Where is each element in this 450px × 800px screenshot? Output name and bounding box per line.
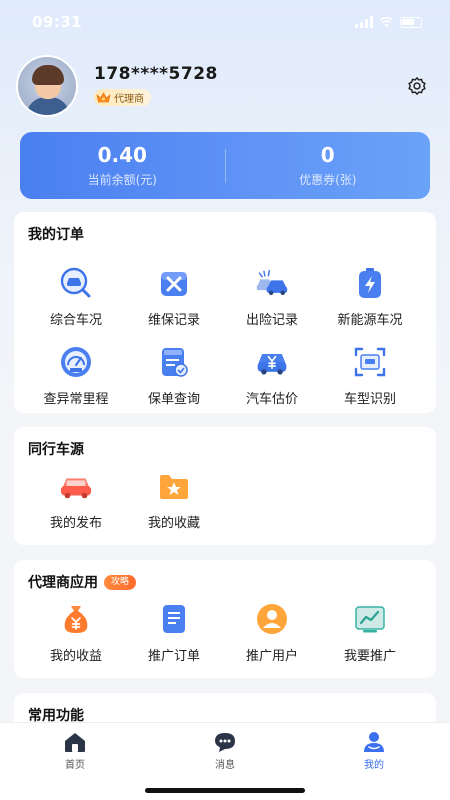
status-icons [355, 16, 422, 28]
order-item-maintenance[interactable]: 维保记录 [125, 266, 223, 328]
agent-item-earnings[interactable]: 我的收益 [27, 602, 125, 664]
vin-scan-icon [353, 345, 387, 379]
agent-apps-card: 代理商应用 攻略 我的收益 推广订单 推广用户 我要推广 [14, 560, 436, 678]
star-folder-icon [157, 469, 191, 503]
coupon-column[interactable]: 0 优惠券(张) [226, 143, 431, 188]
policy-icon [157, 345, 191, 379]
order-item-valuation[interactable]: 汽车估价 [223, 345, 321, 407]
order-item-label: 新能源车况 [337, 313, 403, 328]
status-bar: 09:31 [0, 0, 450, 44]
phone-number: 178****5728 [94, 64, 218, 84]
profile-header: 178****5728 代理商 [16, 55, 434, 117]
order-item-accident[interactable]: 出险记录 [223, 266, 321, 328]
accident-icon [255, 266, 289, 300]
home-indicator [145, 788, 305, 793]
money-bag-icon [59, 602, 93, 636]
balance-card: 0.40 当前余额(元) 0 优惠券(张) [20, 132, 430, 199]
gear-icon [408, 77, 426, 95]
agent-item-promote[interactable]: 我要推广 [321, 602, 419, 664]
settings-button[interactable] [404, 73, 430, 99]
peer-item-my-favorites[interactable]: 我的收藏 [125, 469, 223, 531]
nav-label: 首页 [65, 760, 85, 771]
guide-tag[interactable]: 攻略 [104, 574, 137, 590]
home-icon [65, 733, 85, 752]
agent-item-label: 我要推广 [343, 649, 396, 664]
agent-apps-title-text: 代理商应用 [28, 575, 98, 591]
maintenance-icon [157, 266, 191, 300]
message-icon [215, 733, 235, 752]
balance-value: 0.40 [97, 143, 147, 167]
order-item-car-condition[interactable]: 综合车况 [27, 266, 125, 328]
nav-profile[interactable]: 我的 [334, 731, 414, 771]
peer-item-label: 我的发布 [49, 516, 102, 531]
orders-title: 我的订单 [28, 227, 84, 243]
agent-item-label: 推广用户 [245, 649, 298, 664]
nav-home[interactable]: 首页 [35, 731, 115, 771]
orders-row-2: 查异常里程 保单查询 汽车估价 车型识别 [27, 345, 449, 407]
peer-item-my-publish[interactable]: 我的发布 [27, 469, 125, 531]
agent-item-promo-users[interactable]: 推广用户 [223, 602, 321, 664]
order-item-policy[interactable]: 保单查询 [125, 345, 223, 407]
car-inspect-icon [59, 266, 93, 300]
speedometer-icon [59, 345, 93, 379]
order-item-label: 维保记录 [147, 313, 200, 328]
orders-card: 我的订单 综合车况 维保记录 出险记录 新能源车况 查异常里程 保单查询 汽车估… [14, 212, 436, 413]
agent-apps-title: 代理商应用 攻略 [28, 572, 137, 592]
nav-label: 我的 [364, 760, 384, 771]
wifi-icon [379, 16, 394, 27]
agent-item-promo-orders[interactable]: 推广订单 [125, 602, 223, 664]
peer-cars-title: 同行车源 [28, 442, 84, 458]
profile-icon [364, 732, 384, 752]
battery-icon [400, 16, 422, 28]
orders-row-1: 综合车况 维保记录 出险记录 新能源车况 [27, 266, 449, 328]
profile-info: 178****5728 代理商 [94, 64, 404, 108]
car-publish-icon [59, 469, 93, 503]
agent-badge-label: 代理商 [114, 94, 144, 105]
signal-icon [355, 16, 373, 28]
agent-item-label: 推广订单 [147, 649, 200, 664]
peer-cars-card: 同行车源 我的发布 我的收藏 [14, 427, 436, 545]
trend-chart-icon [353, 602, 387, 636]
balance-column[interactable]: 0.40 当前余额(元) [20, 143, 225, 188]
nav-label: 消息 [215, 760, 235, 771]
order-item-label: 汽车估价 [245, 392, 298, 407]
document-icon [157, 602, 191, 636]
order-item-mileage[interactable]: 查异常里程 [27, 345, 125, 407]
agent-badge: 代理商 [94, 89, 151, 106]
battery-icon [353, 266, 387, 300]
coupon-label: 优惠券(张) [299, 173, 357, 187]
order-item-label: 出险记录 [245, 313, 298, 328]
order-item-label: 综合车况 [49, 313, 102, 328]
order-item-label: 保单查询 [147, 392, 200, 407]
avatar[interactable] [16, 55, 78, 117]
order-item-model-recognition[interactable]: 车型识别 [321, 345, 419, 407]
nav-messages[interactable]: 消息 [185, 731, 265, 771]
coupon-value: 0 [320, 143, 335, 167]
crown-icon [96, 92, 111, 103]
order-item-label: 车型识别 [343, 392, 396, 407]
peer-item-label: 我的收藏 [147, 516, 200, 531]
agent-item-label: 我的收益 [49, 649, 102, 664]
peer-cars-row: 我的发布 我的收藏 [27, 469, 449, 531]
balance-label: 当前余额(元) [87, 173, 157, 187]
order-item-label: 查异常里程 [43, 392, 109, 407]
order-item-new-energy[interactable]: 新能源车况 [321, 266, 419, 328]
user-icon [255, 602, 289, 636]
car-price-icon [255, 345, 289, 379]
agent-apps-row: 我的收益 推广订单 推广用户 我要推广 [27, 602, 449, 664]
status-time: 09:31 [32, 13, 83, 31]
